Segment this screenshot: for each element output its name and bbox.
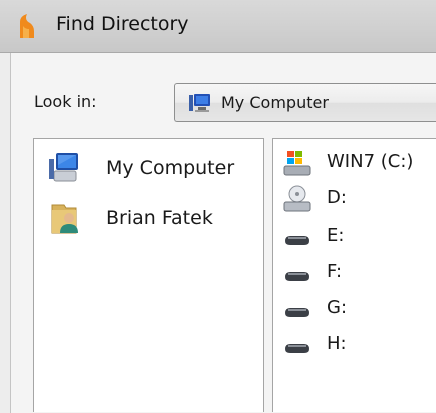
place-label: My Computer	[106, 157, 235, 179]
file-list: WIN7 (C:) D: E: F: G: H:	[272, 138, 436, 412]
user-folder-icon	[51, 204, 78, 234]
place-brian-fatek[interactable]: Brian Fatek	[48, 201, 258, 237]
removable-drive-icon	[285, 308, 309, 317]
window-title: Find Directory	[56, 13, 189, 35]
look-in-dropdown[interactable]: My Computer	[174, 83, 436, 122]
computer-icon	[49, 153, 78, 182]
place-my-computer[interactable]: My Computer	[48, 151, 258, 187]
drive-label: E:	[327, 225, 345, 246]
windows-drive-icon	[283, 151, 311, 176]
removable-drive-icon	[285, 344, 309, 353]
computer-icon	[189, 94, 210, 112]
drive-label: G:	[327, 297, 348, 318]
optical-drive-icon	[283, 185, 311, 212]
drive-label: D:	[327, 187, 347, 208]
drive-g[interactable]: G:	[283, 295, 433, 323]
place-label: Brian Fatek	[106, 207, 213, 229]
drive-c[interactable]: WIN7 (C:)	[283, 149, 433, 177]
drive-h[interactable]: H:	[283, 331, 433, 359]
removable-drive-icon	[285, 272, 309, 281]
removable-drive-icon	[285, 236, 309, 245]
drive-label: H:	[327, 333, 347, 354]
drive-e[interactable]: E:	[283, 223, 433, 251]
drive-label: WIN7 (C:)	[327, 151, 414, 172]
drive-f[interactable]: F:	[283, 259, 433, 287]
title-bar[interactable]: Find Directory	[0, 0, 436, 52]
flame-app-icon	[20, 14, 34, 38]
look-in-value: My Computer	[221, 93, 329, 112]
drive-label: F:	[327, 261, 343, 282]
places-sidebar: My Computer Brian Fatek	[33, 138, 264, 412]
drive-d[interactable]: D:	[283, 185, 433, 213]
look-in-label: Look in:	[34, 92, 97, 111]
